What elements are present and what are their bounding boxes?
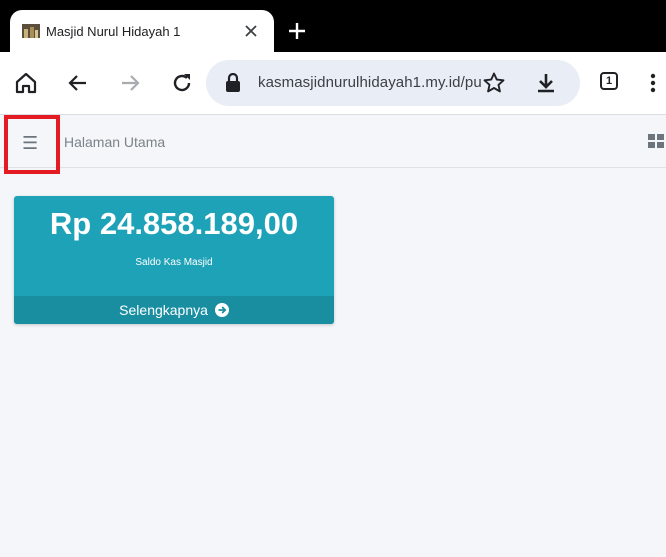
balance-label: Saldo Kas Masjid [135,257,213,268]
more-menu-icon[interactable] [648,71,658,95]
close-icon[interactable] [242,22,260,40]
reload-icon[interactable] [170,71,194,95]
url-text[interactable]: kasmasjidnurulhidayah1.my.id/pu [258,74,482,91]
back-arrow-icon[interactable] [66,71,90,95]
balance-card: Rp 24.858.189,00 Saldo Kas Masjid Seleng… [14,196,334,324]
new-tab-plus-icon[interactable] [287,21,307,41]
more-info-label: Selengkapnya [119,302,208,318]
page-navbar: ☰ Halaman Utama [0,114,666,174]
grid-icon[interactable] [648,134,664,148]
mosque-favicon-icon [22,24,40,38]
lock-icon[interactable] [224,73,242,93]
browser-toolbar: kasmasjidnurulhidayah1.my.id/pu 1 [0,52,666,114]
download-icon[interactable] [534,71,558,95]
forward-arrow-icon[interactable] [118,71,142,95]
tab-title: Masjid Nurul Hidayah 1 [46,24,181,39]
bookmark-star-icon[interactable] [482,71,506,95]
tab-switcher-button[interactable]: 1 [600,72,618,90]
nav-link-home[interactable]: Halaman Utama [64,134,165,150]
highlight-box [4,115,60,174]
tab-strip: Masjid Nurul Hidayah 1 [0,0,666,52]
more-info-link[interactable]: Selengkapnya [14,296,334,324]
address-bar[interactable]: kasmasjidnurulhidayah1.my.id/pu [206,60,580,106]
arrow-circle-right-icon [214,303,229,317]
balance-amount: Rp 24.858.189,00 [49,206,299,241]
browser-tab[interactable]: Masjid Nurul Hidayah 1 [10,10,274,52]
home-icon[interactable] [14,71,38,95]
